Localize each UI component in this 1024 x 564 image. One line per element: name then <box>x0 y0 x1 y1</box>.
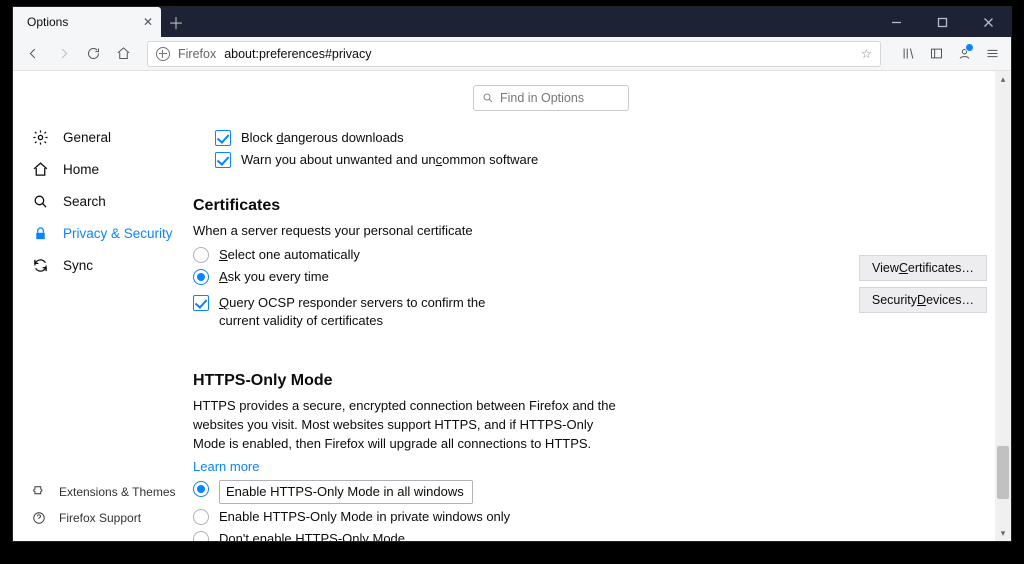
scroll-down-arrow-icon[interactable]: ▾ <box>995 525 1011 541</box>
vertical-scrollbar[interactable]: ▴ ▾ <box>995 71 1011 541</box>
toolbar-right <box>889 40 1005 68</box>
radio-label: Ask you every time <box>219 268 329 286</box>
sidebar-bottom-label: Firefox Support <box>59 511 141 525</box>
sidebar-item-label: Search <box>63 194 106 209</box>
sidebar-extensions-themes[interactable]: Extensions & Themes <box>31 479 193 505</box>
app-menu-button[interactable] <box>979 40 1005 68</box>
checkbox-label: Query OCSP responder servers to confirm … <box>219 294 513 330</box>
radio-label: Enable HTTPS-Only Mode in all windows <box>219 480 473 504</box>
sidebar-item-general[interactable]: General <box>31 121 193 153</box>
window-close-button[interactable] <box>965 7 1011 37</box>
learn-more-link[interactable]: Learn more <box>193 459 987 474</box>
reload-button[interactable] <box>79 40 107 68</box>
sidebar-firefox-support[interactable]: Firefox Support <box>31 505 193 531</box>
preferences-scrollpane: Block dangerous downloads Warn you about… <box>193 125 993 541</box>
radio-icon <box>193 269 209 285</box>
radio-icon <box>193 481 209 497</box>
view-certificates-button[interactable]: View Certificates… <box>859 255 987 281</box>
preferences-content: General Home Search Privacy & Security S… <box>13 71 1011 541</box>
find-in-options[interactable]: Find in Options <box>473 85 629 111</box>
certificates-section: Certificates When a server requests your… <box>193 197 987 330</box>
radio-icon <box>193 247 209 263</box>
gear-icon <box>31 128 49 146</box>
radio-label: Enable HTTPS-Only Mode in private window… <box>219 508 510 526</box>
radio-icon <box>193 531 209 541</box>
checkbox-icon <box>193 295 209 311</box>
checkbox-label: Warn you about unwanted and uncommon sof… <box>241 151 538 169</box>
maximize-button[interactable] <box>919 7 965 37</box>
url-identity-label: Firefox <box>178 47 216 61</box>
close-icon[interactable]: ✕ <box>143 15 153 29</box>
checkbox-query-ocsp[interactable]: Query OCSP responder servers to confirm … <box>193 294 513 330</box>
sidebar-item-search[interactable]: Search <box>31 185 193 217</box>
forward-button[interactable] <box>49 40 77 68</box>
radio-https-only-private-windows[interactable]: Enable HTTPS-Only Mode in private window… <box>193 508 987 526</box>
home-icon <box>31 160 49 178</box>
minimize-button[interactable] <box>873 7 919 37</box>
tab-title: Options <box>27 15 68 29</box>
sidebar-item-sync[interactable]: Sync <box>31 249 193 281</box>
lock-icon <box>31 224 49 242</box>
section-heading-certificates: Certificates <box>193 197 987 215</box>
scroll-up-arrow-icon[interactable]: ▴ <box>995 71 1011 87</box>
radio-https-only-disabled[interactable]: Don't enable HTTPS-Only Mode <box>193 530 987 541</box>
nav-toolbar: Firefox about:preferences#privacy ☆ <box>13 37 1011 71</box>
find-in-options-placeholder: Find in Options <box>500 91 584 105</box>
checkbox-block-dangerous-downloads[interactable]: Block dangerous downloads <box>215 129 987 147</box>
search-icon <box>482 92 494 104</box>
checkbox-label: Block dangerous downloads <box>241 129 404 147</box>
certificates-description: When a server requests your personal cer… <box>193 221 623 240</box>
tab-options[interactable]: Options ✕ <box>13 7 161 37</box>
checkbox-icon <box>215 130 231 146</box>
sidebar-button[interactable] <box>923 40 949 68</box>
checkbox-warn-uncommon-software[interactable]: Warn you about unwanted and uncommon sof… <box>215 151 987 169</box>
https-only-section: HTTPS-Only Mode HTTPS provides a secure,… <box>193 372 987 541</box>
sidebar-item-label: Home <box>63 162 99 177</box>
new-tab-button[interactable]: ＋ <box>161 7 191 37</box>
sidebar-item-label: Sync <box>63 258 93 273</box>
url-text: about:preferences#privacy <box>224 47 371 61</box>
sync-icon <box>31 256 49 274</box>
firefox-identity-icon <box>156 47 170 61</box>
home-button[interactable] <box>109 40 137 68</box>
checkbox-icon <box>215 152 231 168</box>
account-button[interactable] <box>951 40 977 68</box>
tab-strip: Options ✕ ＋ <box>13 7 1011 37</box>
sidebar-item-label: Privacy & Security <box>63 226 173 241</box>
preferences-sidebar: General Home Search Privacy & Security S… <box>13 71 193 541</box>
radio-label: Don't enable HTTPS-Only Mode <box>219 530 405 541</box>
url-bar[interactable]: Firefox about:preferences#privacy ☆ <box>147 41 881 67</box>
back-button[interactable] <box>19 40 47 68</box>
library-button[interactable] <box>895 40 921 68</box>
https-only-description: HTTPS provides a secure, encrypted conne… <box>193 396 623 453</box>
browser-window: Options ✕ ＋ Firefox about:preferences#pr… <box>12 6 1012 542</box>
bookmark-star-icon[interactable]: ☆ <box>861 46 872 61</box>
radio-https-only-all-windows[interactable]: Enable HTTPS-Only Mode in all windows <box>193 480 987 504</box>
sidebar-item-home[interactable]: Home <box>31 153 193 185</box>
scrollbar-track[interactable] <box>995 87 1011 525</box>
window-controls <box>873 7 1011 37</box>
scrollbar-thumb[interactable] <box>997 446 1009 499</box>
radio-icon <box>193 509 209 525</box>
preferences-main: Find in Options Block dangerous download… <box>193 71 1011 541</box>
sidebar-item-privacy[interactable]: Privacy & Security <box>31 217 193 249</box>
section-heading-https-only: HTTPS-Only Mode <box>193 372 987 390</box>
radio-label: Select one automatically <box>219 246 360 264</box>
sidebar-bottom-label: Extensions & Themes <box>59 485 176 499</box>
help-icon <box>31 510 47 526</box>
security-devices-button[interactable]: Security Devices… <box>859 287 987 313</box>
certificates-buttons: View Certificates… Security Devices… <box>859 255 987 313</box>
sidebar-item-label: General <box>63 130 111 145</box>
search-icon <box>31 192 49 210</box>
puzzle-icon <box>31 484 47 500</box>
